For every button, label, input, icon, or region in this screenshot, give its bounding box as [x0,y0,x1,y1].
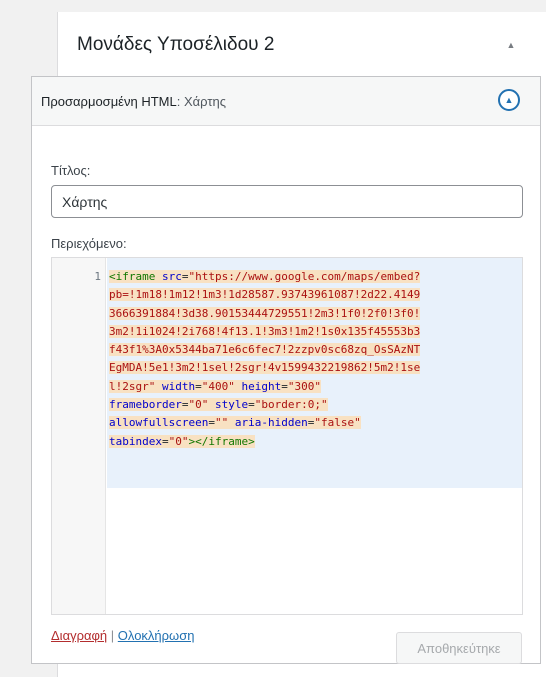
link-separator: | [107,628,118,643]
code-editor[interactable]: 1 <iframe src="https://www.google.com/ma… [51,257,523,615]
widget-footer-links: Διαγραφή | Ολοκλήρωση [51,628,194,643]
code-line: f43f1%3A0x5344ba71e6c6fec7!2zzpv0sc68zq_… [109,343,421,357]
editor-gutter: 1 [52,258,106,614]
title-label: Τίτλος: [51,163,91,178]
code-line: pb=!1m18!1m12!1m3!1d28587.93743961087!2d… [109,288,421,302]
code-line: allowfullscreen="" aria-hidden="false" [109,416,361,430]
widget-area: Μονάδες Υποσέλιδου 2 ▲ Προσαρμοσμένη HTM… [31,12,546,677]
widget-title: Προσαρμοσμένη HTML: Χάρτης [41,94,226,109]
code-line: l!2sgr" width="400" height="300" [109,379,321,393]
delete-link[interactable]: Διαγραφή [51,628,107,643]
code-line: 3m2!1i1024!2i768!4f13.1!3m3!1m2!1s0x135f… [109,324,421,338]
code-content[interactable]: <iframe src="https://www.google.com/maps… [109,268,421,451]
widget-instance-title: : Χάρτης [176,94,226,109]
code-line: 3666391884!3d38.90153444729551!2m3!1f0!2… [109,306,421,320]
code-line: EgMDA!5e1!3m2!1sel!2sgr!4v1599432219862!… [109,361,421,375]
widget-header[interactable]: Προσαρμοσμένη HTML: Χάρτης ▲ [32,77,540,126]
content-label: Περιεχόμενο: [51,236,127,251]
widget-area-title: Μονάδες Υποσέλιδου 2 [77,34,275,55]
save-button[interactable]: Αποθηκεύτηκε [396,632,522,664]
widget-area-header[interactable]: Μονάδες Υποσέλιδου 2 ▲ [58,12,546,77]
code-line: tabindex="0"></iframe> [109,434,255,448]
code-line: <iframe src="https://www.google.com/maps… [109,270,421,283]
widget-toggle-icon[interactable]: ▲ [498,89,520,111]
collapse-arrow-icon[interactable]: ▲ [504,38,518,52]
custom-html-widget: Προσαρμοσμένη HTML: Χάρτης ▲ Τίτλος: Περ… [31,76,541,664]
line-number: 1 [94,270,101,283]
title-input[interactable] [51,185,523,218]
widget-type-label: Προσαρμοσμένη HTML [41,94,177,109]
code-line: frameborder="0" style="border:0;" [109,398,328,412]
done-link[interactable]: Ολοκλήρωση [118,628,195,643]
